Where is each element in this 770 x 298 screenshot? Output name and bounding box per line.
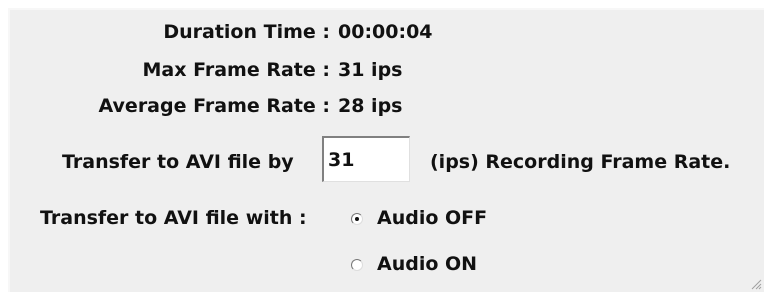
resize-grip-icon[interactable] bbox=[750, 278, 762, 290]
recording-info-panel: Duration Time : 00:00:04 Max Frame Rate … bbox=[8, 8, 764, 292]
average-frame-rate-label: Average Frame Rate : bbox=[98, 95, 330, 117]
recording-frame-rate-suffix: (ips) Recording Frame Rate. bbox=[430, 151, 731, 173]
max-frame-rate-value: 31 ips bbox=[338, 59, 403, 81]
duration-time-value: 00:00:04 bbox=[338, 21, 433, 43]
audio-off-radio-indicator[interactable] bbox=[351, 213, 363, 225]
max-frame-rate-label: Max Frame Rate : bbox=[142, 59, 331, 81]
recording-frame-rate-input[interactable] bbox=[322, 136, 410, 182]
audio-on-label[interactable]: Audio ON bbox=[377, 252, 477, 276]
transfer-with-label: Transfer to AVI file with : bbox=[40, 207, 307, 229]
duration-time-label: Duration Time : bbox=[163, 21, 330, 43]
audio-off-label[interactable]: Audio OFF bbox=[377, 206, 487, 230]
audio-on-radio-indicator[interactable] bbox=[351, 259, 363, 271]
radio-selected-dot bbox=[355, 217, 359, 221]
average-frame-rate-value: 28 ips bbox=[338, 95, 403, 117]
transfer-by-label: Transfer to AVI file by bbox=[62, 151, 294, 173]
